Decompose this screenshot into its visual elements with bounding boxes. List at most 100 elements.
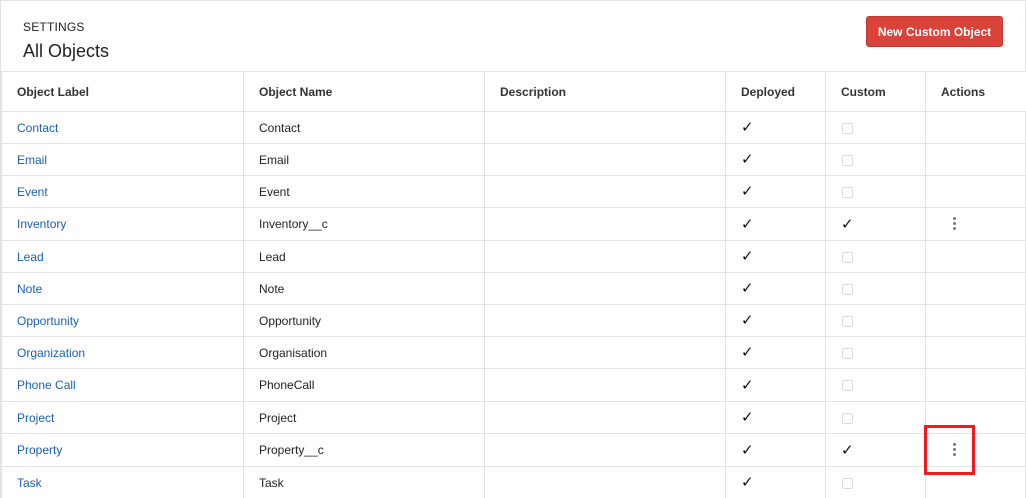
custom-cell — [825, 143, 926, 176]
deployed-cell: ✓ — [725, 207, 826, 241]
check-icon: ✓ — [741, 441, 754, 459]
deployed-cell: ✓ — [725, 368, 826, 402]
deployed-cell: ✓ — [725, 143, 826, 176]
description-cell — [484, 336, 726, 369]
check-icon: ✓ — [741, 183, 754, 200]
table-row: Property Property__c ✓ ✓ — [1, 433, 1026, 467]
object-label-link[interactable]: Lead — [17, 250, 44, 264]
object-label-cell: Organization — [1, 336, 244, 369]
custom-cell: ✓ — [825, 207, 926, 241]
table-row: Note Note ✓ — [1, 272, 1026, 305]
deployed-cell: ✓ — [725, 111, 826, 144]
object-label-cell: Inventory — [1, 207, 244, 241]
checkbox-empty-icon — [842, 251, 853, 263]
actions-cell — [925, 240, 1026, 273]
object-label-link[interactable]: Phone Call — [17, 378, 76, 392]
column-header-object-label[interactable]: Object Label — [1, 71, 244, 112]
check-icon: ✓ — [741, 151, 754, 168]
check-icon: ✓ — [741, 280, 754, 297]
deployed-cell: ✓ — [725, 401, 826, 434]
custom-cell — [825, 111, 926, 144]
object-name-cell: Email — [243, 143, 485, 176]
actions-cell — [925, 368, 1026, 402]
column-header-custom[interactable]: Custom — [825, 71, 926, 112]
object-label-link[interactable]: Opportunity — [17, 314, 79, 328]
more-vertical-icon[interactable] — [946, 440, 964, 458]
check-icon: ✓ — [741, 215, 754, 233]
object-label-link[interactable]: Organization — [17, 346, 85, 360]
page-header: SETTINGS All Objects New Custom Object — [1, 1, 1026, 71]
table-row: Phone Call PhoneCall ✓ — [1, 368, 1026, 402]
object-name-cell: Lead — [243, 240, 485, 273]
table-row: Opportunity Opportunity ✓ — [1, 304, 1026, 337]
column-header-deployed[interactable]: Deployed — [725, 71, 826, 112]
object-label-cell: Opportunity — [1, 304, 244, 337]
objects-table: Object Label Object Name Description Dep… — [1, 71, 1026, 498]
check-icon: ✓ — [741, 344, 754, 361]
object-label-link[interactable]: Inventory — [17, 217, 66, 231]
description-cell — [484, 272, 726, 305]
object-label-cell: Phone Call — [1, 368, 244, 402]
object-label-link[interactable]: Email — [17, 153, 47, 167]
deployed-cell: ✓ — [725, 433, 826, 467]
description-cell — [484, 111, 726, 144]
description-cell — [484, 401, 726, 434]
checkbox-empty-icon — [842, 283, 853, 295]
actions-cell — [925, 207, 1026, 241]
checkbox-empty-icon — [842, 186, 853, 198]
object-label-cell: Project — [1, 401, 244, 434]
custom-cell — [825, 466, 926, 498]
object-label-cell: Event — [1, 175, 244, 208]
checkbox-empty-icon — [842, 122, 853, 134]
object-label-cell: Note — [1, 272, 244, 305]
page-title: All Objects — [23, 41, 110, 61]
actions-cell — [925, 304, 1026, 337]
deployed-cell: ✓ — [725, 336, 826, 369]
description-cell — [484, 240, 726, 273]
settings-panel: SETTINGS All Objects New Custom Object O… — [0, 0, 1026, 498]
check-icon: ✓ — [841, 215, 854, 233]
table-row: Task Task ✓ — [1, 466, 1026, 498]
object-name-cell: Property__c — [243, 433, 485, 467]
actions-cell — [925, 336, 1026, 369]
object-label-link[interactable]: Project — [17, 411, 54, 425]
table-body: Contact Contact ✓ Email Email ✓ Event Event ✓ Inv… — [1, 111, 1026, 498]
table-row: Project Project ✓ — [1, 401, 1026, 434]
deployed-cell: ✓ — [725, 466, 826, 498]
checkbox-empty-icon — [842, 477, 853, 489]
check-icon: ✓ — [741, 474, 754, 491]
checkbox-empty-icon — [842, 315, 853, 327]
object-label-link[interactable]: Property — [17, 443, 62, 457]
breadcrumb: SETTINGS — [23, 20, 85, 34]
column-header-object-name[interactable]: Object Name — [243, 71, 485, 112]
object-label-link[interactable]: Event — [17, 185, 48, 199]
table-row: Contact Contact ✓ — [1, 111, 1026, 144]
object-name-cell: Contact — [243, 111, 485, 144]
custom-cell — [825, 240, 926, 273]
object-name-cell: Note — [243, 272, 485, 305]
custom-cell: ✓ — [825, 433, 926, 467]
object-label-link[interactable]: Contact — [17, 121, 58, 135]
actions-cell — [925, 433, 1026, 467]
column-header-actions: Actions — [925, 71, 1026, 112]
custom-cell — [825, 336, 926, 369]
actions-cell — [925, 466, 1026, 498]
new-custom-object-button[interactable]: New Custom Object — [866, 16, 1003, 47]
checkbox-empty-icon — [842, 412, 853, 424]
object-label-link[interactable]: Task — [17, 476, 42, 490]
description-cell — [484, 175, 726, 208]
checkbox-empty-icon — [842, 347, 853, 359]
object-label-link[interactable]: Note — [17, 282, 42, 296]
table-header-row: Object Label Object Name Description Dep… — [1, 71, 1026, 112]
object-name-cell: PhoneCall — [243, 368, 485, 402]
more-vertical-icon[interactable] — [946, 214, 964, 232]
object-name-cell: Organisation — [243, 336, 485, 369]
check-icon: ✓ — [741, 376, 754, 394]
table-row: Inventory Inventory__c ✓ ✓ — [1, 207, 1026, 241]
custom-cell — [825, 368, 926, 402]
column-header-description[interactable]: Description — [484, 71, 726, 112]
object-name-cell: Event — [243, 175, 485, 208]
table-row: Email Email ✓ — [1, 143, 1026, 176]
actions-cell — [925, 272, 1026, 305]
check-icon: ✓ — [741, 248, 754, 265]
